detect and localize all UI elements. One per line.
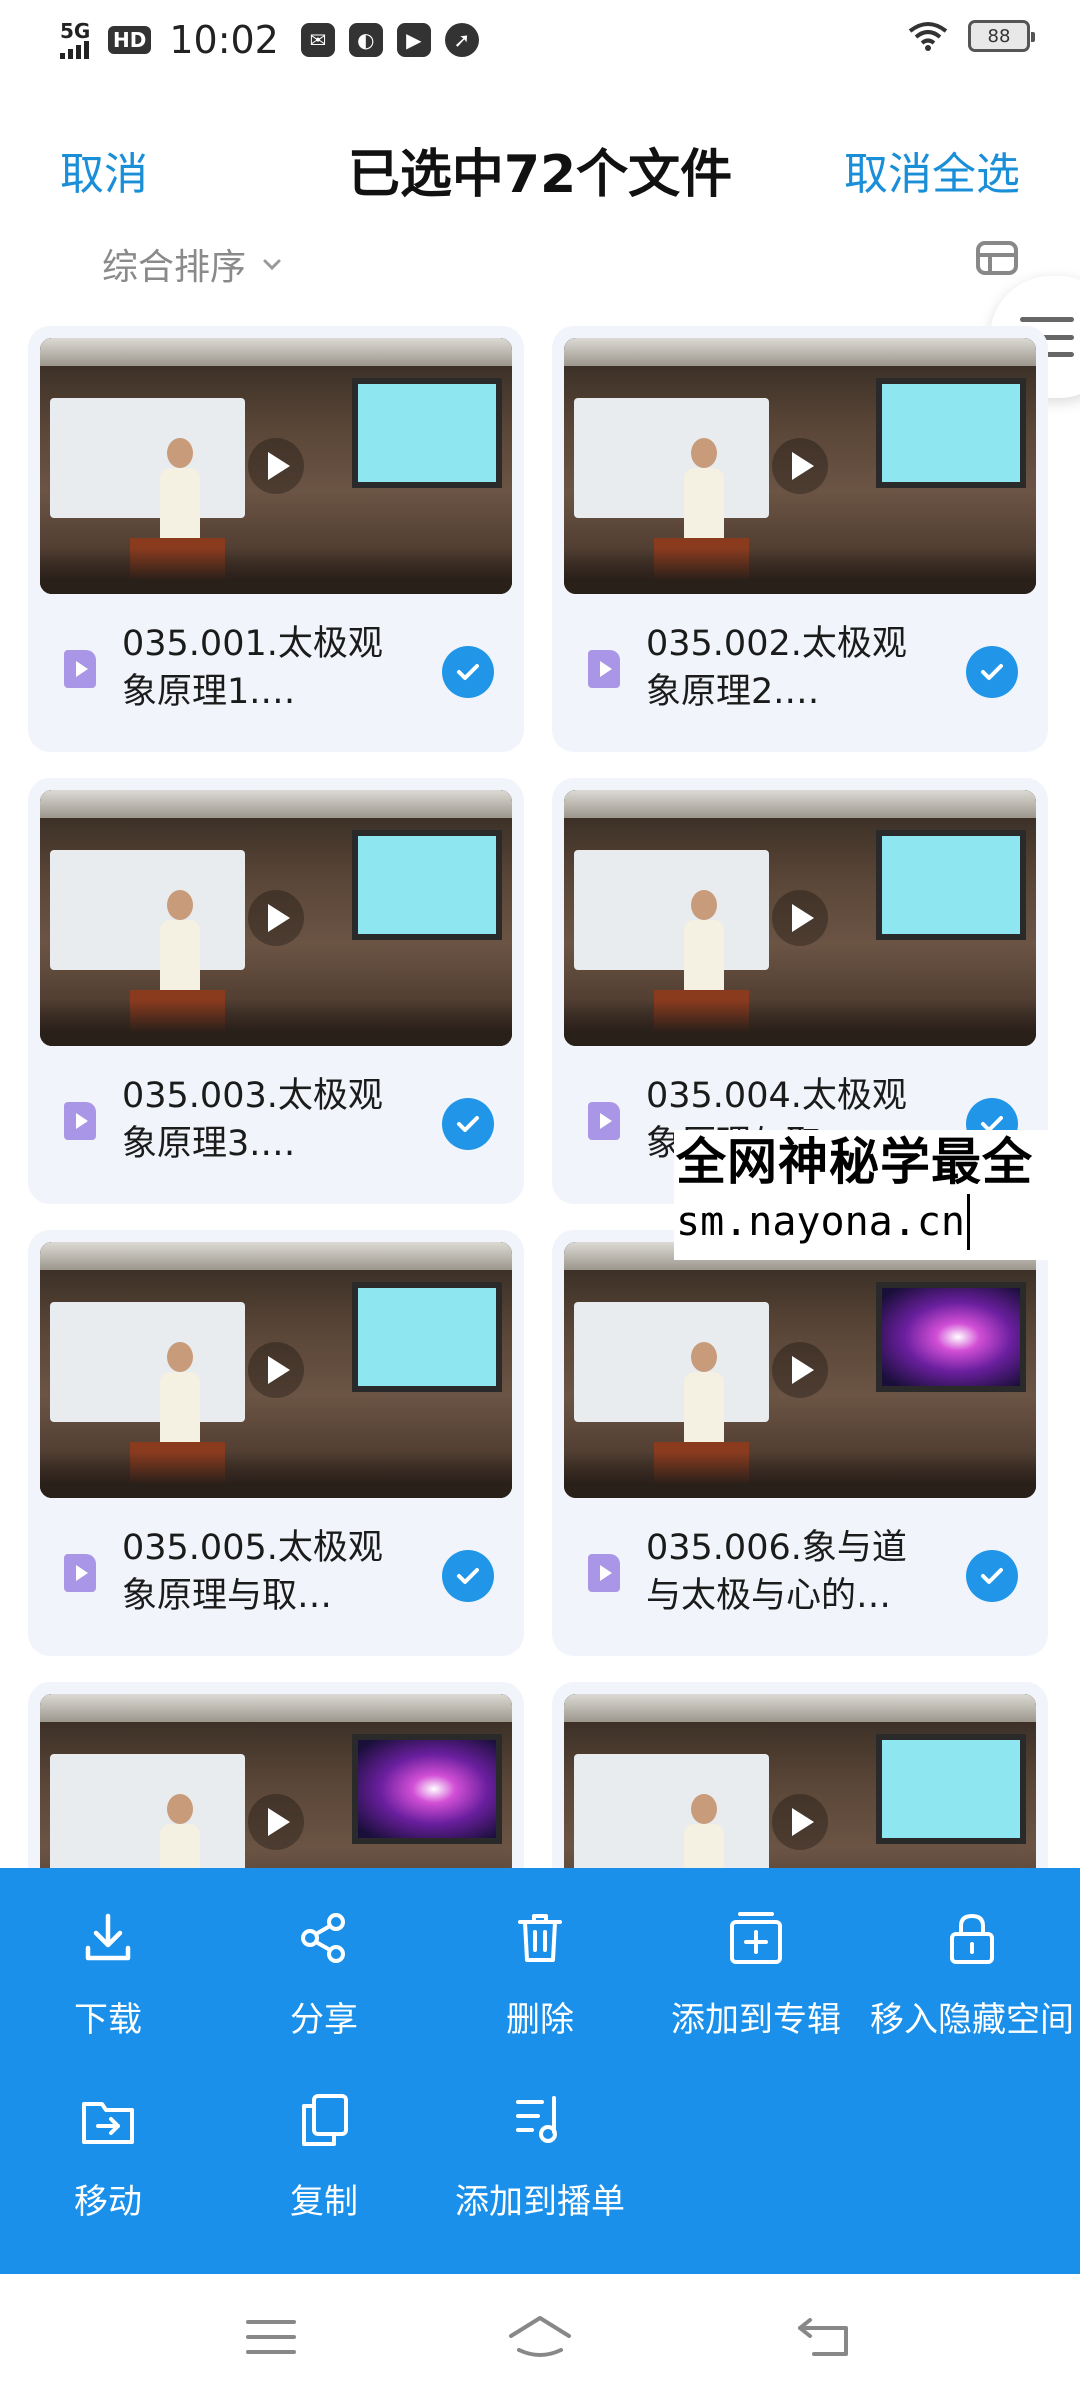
video-app-icon: ▶: [396, 23, 431, 57]
selected-check-icon[interactable]: [442, 646, 494, 698]
selection-header: 取消 已选中72个文件 取消全选: [0, 120, 1080, 210]
watermark-overlay: 全网神秘学最全 sm.nayona.cn: [674, 1130, 1080, 1260]
file-name: 035.001.太极观象原理1.…: [122, 624, 383, 712]
move-to-hidden-label: 移入隐藏空间: [870, 2000, 1074, 2040]
status-left: 5G HD 10:02 ✉ ◐ ▶ ➚: [60, 18, 479, 62]
battery-icon: 88: [968, 20, 1035, 52]
file-card[interactable]: 035.005.太极观象原理与取…: [28, 1230, 524, 1656]
signal-bars-icon: [60, 41, 89, 59]
video-file-icon: [64, 650, 96, 688]
file-name: 035.002.太极观象原理2.…: [646, 624, 907, 712]
add-album-icon: [730, 1912, 782, 1964]
video-thumbnail[interactable]: [40, 338, 512, 594]
home-icon[interactable]: [505, 2312, 575, 2362]
compass-app-icon: ➚: [444, 23, 479, 57]
playlist-icon: [516, 2096, 557, 2143]
network-type: 5G: [60, 19, 91, 43]
chevron-down-icon: [263, 259, 281, 271]
file-card[interactable]: 035.001.太极观象原理1.…: [28, 326, 524, 752]
play-icon[interactable]: [772, 890, 828, 946]
video-file-icon: [64, 1102, 96, 1140]
file-name: 035.006.象与道与太极与心的…: [646, 1528, 907, 1616]
play-icon[interactable]: [248, 438, 304, 494]
selected-check-icon[interactable]: [966, 646, 1018, 698]
download-icon: [85, 1913, 131, 1961]
download-button[interactable]: 下载: [0, 1908, 216, 2041]
video-file-icon: [588, 1554, 620, 1592]
gallery-app-icon: ◐: [348, 23, 383, 57]
move-folder-icon: [82, 2102, 134, 2144]
video-file-icon: [64, 1554, 96, 1592]
battery-level: 88: [987, 25, 1011, 47]
watermark-title: 全网神秘学最全: [676, 1133, 1033, 1191]
selected-check-icon[interactable]: [442, 1098, 494, 1150]
play-icon[interactable]: [248, 890, 304, 946]
system-nav-bar: [0, 2274, 1080, 2400]
lock-icon: [950, 1913, 994, 1964]
view-toggle-icon[interactable]: [976, 240, 1018, 276]
share-label: 分享: [290, 2000, 358, 2040]
sort-dropdown[interactable]: 综合排序: [102, 238, 284, 290]
video-thumbnail[interactable]: [564, 1242, 1036, 1498]
copy-button[interactable]: 复制: [216, 2090, 432, 2223]
add-to-playlist-label: 添加到播单: [455, 2182, 625, 2222]
add-to-playlist-button[interactable]: 添加到播单: [432, 2090, 648, 2223]
back-icon[interactable]: [790, 2312, 860, 2362]
file-card[interactable]: 035.003.太极观象原理3.…: [28, 778, 524, 1204]
hd-badge: HD: [108, 26, 152, 54]
play-icon[interactable]: [248, 1342, 304, 1398]
delete-button[interactable]: 删除: [432, 1908, 648, 2041]
play-icon[interactable]: [772, 438, 828, 494]
sort-label: 综合排序: [102, 247, 247, 288]
video-thumbnail[interactable]: [40, 790, 512, 1046]
share-button[interactable]: 分享: [216, 1908, 432, 2041]
wechat-icon: ✉: [300, 23, 335, 57]
share-icon: [301, 1913, 345, 1963]
trash-icon: [518, 1914, 562, 1962]
video-file-icon: [588, 650, 620, 688]
file-name: 035.003.太极观象原理3.…: [122, 1076, 383, 1164]
video-thumbnail[interactable]: [564, 790, 1036, 1046]
file-card[interactable]: 035.006.象与道与太极与心的…: [552, 1230, 1048, 1656]
file-name: 035.005.太极观象原理与取…: [122, 1528, 383, 1616]
play-icon[interactable]: [772, 1342, 828, 1398]
selected-check-icon[interactable]: [966, 1550, 1018, 1602]
signal-indicator: 5G: [60, 21, 94, 59]
cancel-button[interactable]: 取消: [60, 138, 148, 202]
copy-label: 复制: [290, 2182, 358, 2222]
file-card[interactable]: 035.002.太极观象原理2.…: [552, 326, 1048, 752]
move-to-hidden-button[interactable]: 移入隐藏空间: [864, 1908, 1080, 2041]
action-sheet: 下载 分享 删除 添加到专辑 移入隐藏空间 移动 复制 添加到播单: [0, 1868, 1080, 2274]
recent-apps-icon[interactable]: [236, 2312, 306, 2362]
status-time: 10:02: [169, 18, 279, 62]
selected-check-icon[interactable]: [442, 1550, 494, 1602]
wifi-icon: [908, 22, 948, 51]
sort-row: 综合排序: [0, 230, 1080, 290]
delete-label: 删除: [506, 2000, 574, 2040]
move-button[interactable]: 移动: [0, 2090, 216, 2223]
add-to-album-button[interactable]: 添加到专辑: [648, 1908, 864, 2041]
move-label: 移动: [74, 2182, 142, 2222]
watermark-url: sm.nayona.cn: [676, 1194, 970, 1250]
download-label: 下载: [74, 2000, 142, 2040]
play-icon[interactable]: [772, 1794, 828, 1850]
add-to-album-label: 添加到专辑: [671, 2000, 841, 2040]
video-thumbnail[interactable]: [564, 338, 1036, 594]
video-file-icon: [588, 1102, 620, 1140]
play-icon[interactable]: [248, 1794, 304, 1850]
status-bar: 5G HD 10:02 ✉ ◐ ▶ ➚ 88: [0, 0, 1080, 80]
video-thumbnail[interactable]: [40, 1242, 512, 1498]
copy-icon: [302, 2094, 348, 2146]
deselect-all-button[interactable]: 取消全选: [844, 138, 1020, 202]
status-right: 88: [908, 20, 1035, 52]
